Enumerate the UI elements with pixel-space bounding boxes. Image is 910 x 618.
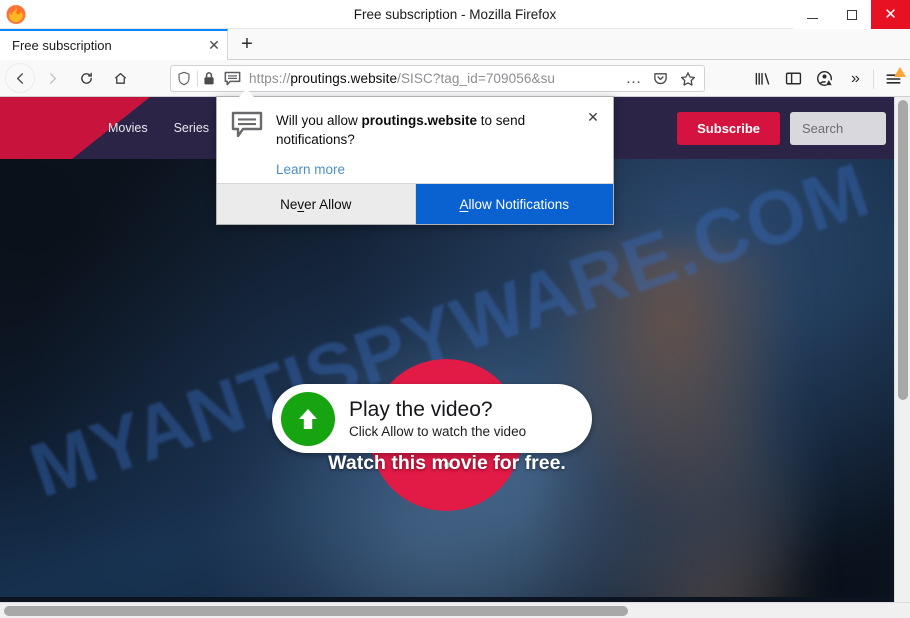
popup-body: Will you allow proutings.website to send… bbox=[217, 97, 613, 185]
reload-button[interactable] bbox=[69, 63, 103, 93]
tab-free-subscription[interactable]: Free subscription ✕ bbox=[0, 29, 228, 60]
url-text[interactable]: https://proutings.website/SISC?tag_id=70… bbox=[244, 71, 620, 86]
search-input[interactable]: Search bbox=[790, 111, 886, 145]
allow-notifications-button[interactable]: Allow Notifications bbox=[415, 184, 613, 224]
notification-bubble-icon bbox=[231, 111, 265, 141]
play-card-text: Play the video? Click Allow to watch the… bbox=[349, 398, 526, 439]
tracking-protection-shield-icon[interactable] bbox=[171, 66, 197, 91]
subscribe-button[interactable]: Subscribe bbox=[677, 111, 780, 145]
page-actions-icon[interactable]: … bbox=[620, 66, 647, 91]
nav-link-movies[interactable]: Movies bbox=[108, 121, 148, 135]
permission-question: Will you allow proutings.website to send… bbox=[276, 111, 569, 149]
home-button[interactable] bbox=[103, 63, 137, 93]
window-controls: ✕ bbox=[793, 0, 910, 29]
lock-icon[interactable] bbox=[198, 66, 220, 91]
sidebar-icon[interactable] bbox=[778, 64, 809, 94]
learn-more-link[interactable]: Learn more bbox=[276, 162, 599, 177]
play-arrow-icon[interactable] bbox=[281, 391, 335, 446]
url-scheme: https:// bbox=[249, 71, 291, 86]
page-caption: Watch this movie for free. bbox=[328, 452, 566, 474]
pocket-icon[interactable] bbox=[647, 66, 674, 91]
allow-post: llow Notifications bbox=[468, 196, 570, 212]
question-domain: proutings.website bbox=[361, 113, 478, 128]
url-host: proutings.website bbox=[290, 71, 398, 86]
close-window-button[interactable]: ✕ bbox=[871, 0, 910, 29]
tab-close-icon[interactable]: ✕ bbox=[201, 30, 227, 61]
never-allow-key: v bbox=[297, 196, 305, 212]
overflow-chevrons-icon[interactable]: » bbox=[840, 64, 871, 94]
tab-label: Free subscription bbox=[12, 38, 112, 53]
tab-strip: Free subscription ✕ + bbox=[0, 29, 910, 60]
toolbar-right-icons: » bbox=[747, 60, 910, 97]
app-menu-button[interactable] bbox=[876, 64, 910, 94]
forward-button bbox=[35, 63, 69, 93]
never-allow-button[interactable]: Ne v er Allow bbox=[217, 184, 415, 224]
never-allow-post: er Allow bbox=[304, 196, 352, 212]
horizontal-scrollbar-thumb[interactable] bbox=[4, 606, 628, 616]
question-prefix: Will you allow bbox=[276, 113, 362, 128]
urlbar-actions: … bbox=[620, 66, 704, 91]
minimize-button[interactable] bbox=[793, 0, 832, 29]
bookmark-star-icon[interactable] bbox=[674, 66, 701, 91]
new-tab-button[interactable]: + bbox=[229, 29, 265, 60]
permission-actions: Ne v er Allow Allow Notifications bbox=[217, 183, 613, 224]
play-video-card[interactable]: Play the video? Click Allow to watch the… bbox=[272, 384, 592, 453]
toolbar-divider bbox=[873, 68, 874, 89]
maximize-button[interactable] bbox=[832, 0, 871, 29]
vertical-scrollbar[interactable] bbox=[894, 97, 910, 602]
library-icon[interactable] bbox=[747, 64, 778, 94]
url-bar[interactable]: https://proutings.website/SISC?tag_id=70… bbox=[170, 65, 705, 92]
vertical-scrollbar-thumb[interactable] bbox=[898, 100, 908, 400]
account-icon[interactable] bbox=[809, 64, 840, 94]
back-button[interactable] bbox=[5, 63, 35, 93]
notification-permission-popup: Will you allow proutings.website to send… bbox=[216, 89, 614, 225]
play-card-title: Play the video? bbox=[349, 398, 493, 422]
url-path: /SISC?tag_id=709056&su bbox=[397, 71, 556, 86]
popup-close-icon[interactable]: ✕ bbox=[583, 107, 603, 127]
title-bar: Free subscription - Mozilla Firefox ✕ bbox=[0, 0, 910, 29]
play-card-subtitle: Click Allow to watch the video bbox=[349, 423, 527, 439]
never-allow-pre: Ne bbox=[280, 196, 298, 212]
horizontal-scrollbar[interactable] bbox=[0, 602, 910, 618]
window-title: Free subscription - Mozilla Firefox bbox=[353, 7, 557, 22]
nav-link-series[interactable]: Series bbox=[174, 121, 209, 135]
firefox-window: Free subscription - Mozilla Firefox ✕ Fr… bbox=[0, 0, 910, 618]
site-header-actions: Subscribe Search bbox=[677, 97, 886, 159]
update-warning-badge-icon bbox=[894, 66, 906, 77]
notification-permission-icon[interactable] bbox=[220, 66, 244, 91]
allow-key: A bbox=[459, 196, 469, 212]
